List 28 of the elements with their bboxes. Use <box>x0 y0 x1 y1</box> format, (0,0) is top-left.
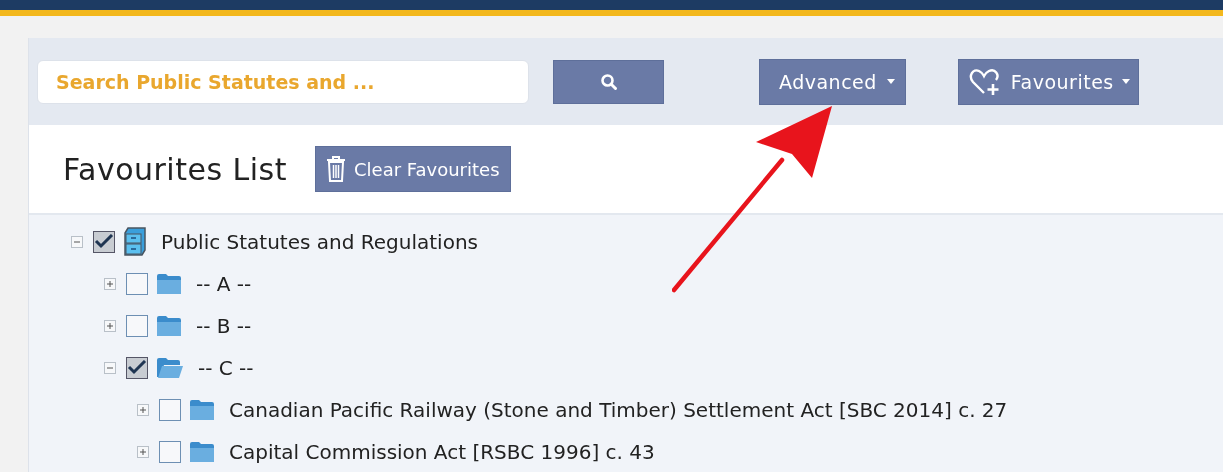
expander-icon[interactable] <box>104 320 116 332</box>
expander-icon[interactable] <box>104 278 116 290</box>
advanced-button[interactable]: Advanced <box>759 58 906 105</box>
expander-icon[interactable] <box>104 362 116 374</box>
caret-icon <box>1121 79 1130 84</box>
tree-item-label[interactable]: -- B -- <box>196 314 252 338</box>
expander-icon[interactable] <box>71 236 83 248</box>
checkbox[interactable] <box>126 357 148 379</box>
checkbox[interactable] <box>126 315 148 337</box>
tree-item-label[interactable]: Canadian Pacific Railway (Stone and Timber) Settlement Act [SBC 2014] c. 27 <box>229 398 1008 422</box>
tree-item-label[interactable]: Public Statutes and Regulations <box>161 230 478 254</box>
favourites-list-title: Favourites List <box>63 151 287 187</box>
search-icon <box>599 72 618 91</box>
favourites-button[interactable]: Favourites <box>957 58 1139 105</box>
search-button[interactable] <box>553 59 664 104</box>
tree-item-label[interactable]: Capital Commission Act [RSBC 1996] c. 43 <box>229 440 655 464</box>
clear-favourites-button[interactable]: Clear Favourites <box>315 146 511 192</box>
checkbox[interactable] <box>126 273 148 295</box>
trash-icon <box>326 156 346 182</box>
expander-icon[interactable] <box>137 446 149 458</box>
checkbox[interactable] <box>93 231 115 253</box>
tree-item-label[interactable]: -- A -- <box>196 272 252 296</box>
checkbox[interactable] <box>159 399 181 421</box>
tree-item-label[interactable]: -- C -- <box>198 356 254 380</box>
search-field[interactable]: Search Public Statutes and ... <box>37 59 529 104</box>
checkbox[interactable] <box>159 441 181 463</box>
caret-icon <box>886 79 895 84</box>
expander-icon[interactable] <box>137 404 149 416</box>
